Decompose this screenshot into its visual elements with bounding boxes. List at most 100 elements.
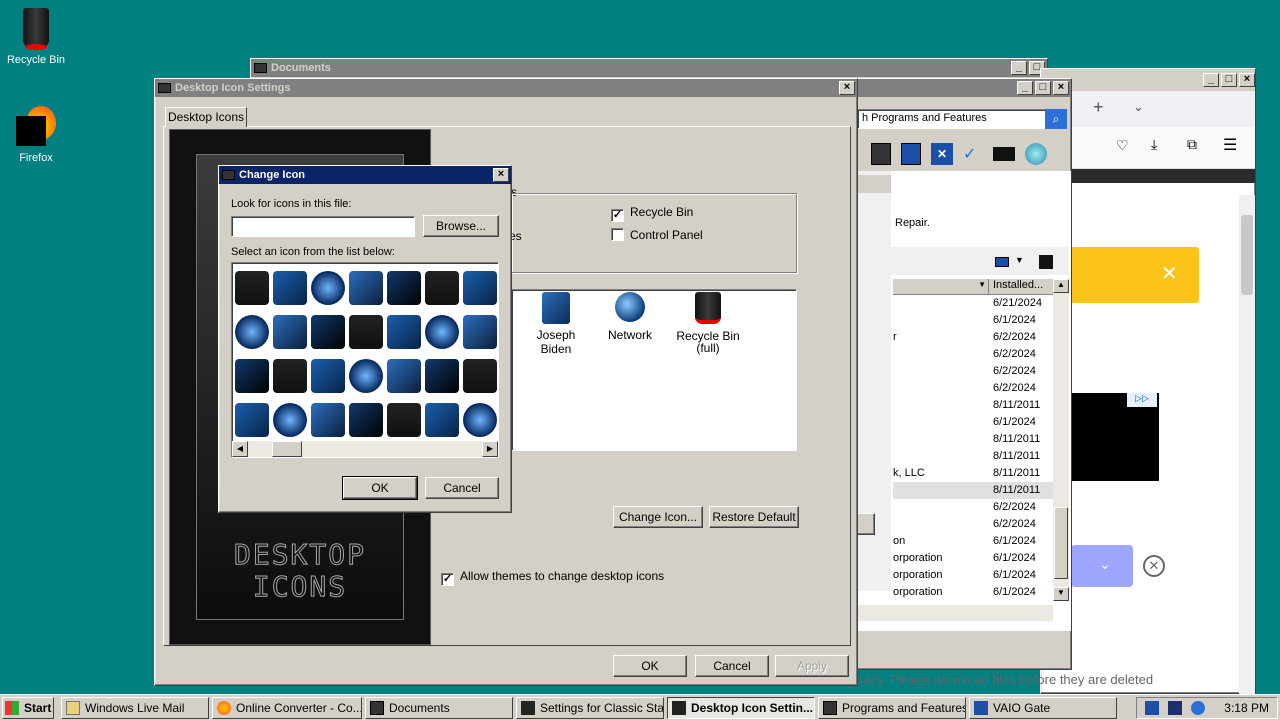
chevron-down-icon[interactable]: ▼ — [1015, 255, 1024, 265]
table-row[interactable]: r 6/2/2024 — [893, 329, 1053, 346]
icon-option[interactable] — [349, 271, 383, 305]
taskbar-item-documents[interactable]: Documents — [365, 696, 513, 719]
icon-option[interactable] — [463, 315, 497, 349]
apply-button[interactable]: Apply — [775, 655, 849, 677]
table-row[interactable]: 6/2/2024 — [893, 363, 1053, 380]
table-row[interactable]: 6/1/2024 — [893, 414, 1053, 431]
drive-icon[interactable] — [993, 147, 1015, 161]
minimize-button[interactable]: _ — [1017, 81, 1033, 95]
dropdown-button[interactable]: ⌄ — [1071, 545, 1133, 587]
display-tray-icon[interactable] — [1168, 700, 1183, 715]
checkmark-icon[interactable]: ✓ — [963, 144, 983, 164]
column-header-publisher[interactable]: ▼ — [893, 279, 989, 294]
icon-option[interactable] — [425, 403, 459, 437]
checkbox[interactable]: ✓ — [611, 209, 624, 222]
close-button[interactable]: × — [1239, 73, 1255, 87]
icon-option[interactable] — [425, 315, 459, 349]
desktop-icon-recycle-bin[interactable]: Recycle Bin — [0, 6, 72, 66]
icon-grid[interactable]: ◀ ▶ — [231, 262, 499, 458]
checkbox-allow-themes[interactable]: ✓ Allow themes to change desktop icons — [441, 569, 664, 586]
programs-button[interactable] — [857, 513, 875, 535]
icon-option[interactable] — [235, 359, 269, 393]
extensions-icon[interactable]: ⧉ — [1187, 136, 1197, 153]
table-row[interactable]: on 6/1/2024 — [893, 533, 1053, 550]
browser-scrollbar[interactable] — [1239, 195, 1255, 695]
taskbar-item-programs-features[interactable]: Programs and Features — [818, 696, 966, 719]
close-icon[interactable]: ✕ — [1161, 261, 1178, 286]
icon-option[interactable] — [235, 271, 269, 305]
browse-button[interactable]: Browse... — [423, 215, 499, 237]
checkbox-recycle-bin[interactable]: ✓ Recycle Bin — [611, 205, 693, 222]
taskbar-item-vaio-gate[interactable]: VAIO Gate — [969, 696, 1117, 719]
table-row[interactable]: 8/11/2011 — [893, 448, 1053, 465]
minimize-button[interactable]: _ — [1011, 61, 1027, 75]
scroll-thumb[interactable] — [272, 441, 302, 457]
icon-option[interactable] — [463, 403, 497, 437]
network-tray-icon[interactable] — [1145, 700, 1160, 715]
chevron-down-icon[interactable]: ⌄ — [1133, 99, 1144, 115]
icon-item-recycle-bin-full[interactable]: Recycle Bin (full) — [668, 292, 748, 354]
pocket-icon[interactable]: ♡ — [1116, 137, 1129, 154]
close-button[interactable]: × — [493, 168, 509, 182]
icon-option[interactable] — [349, 359, 383, 393]
taskbar-item-desktop-icon-settings[interactable]: Desktop Icon Settin... — [667, 696, 815, 719]
help-icon[interactable] — [1039, 255, 1053, 269]
new-tab-icon[interactable]: + — [1093, 97, 1104, 118]
change-icon-button[interactable]: Change Icon... — [613, 506, 703, 528]
speaker-tray-icon[interactable] — [1191, 700, 1206, 715]
icon-option[interactable] — [273, 359, 307, 393]
icon-option[interactable] — [387, 271, 421, 305]
table-row[interactable]: orporation 6/1/2024 — [893, 584, 1053, 601]
icon-item-network[interactable]: Network — [594, 292, 666, 342]
globe-icon[interactable] — [1025, 143, 1047, 165]
desktop-icon-firefox[interactable]: Firefox — [0, 104, 72, 164]
icon-option[interactable] — [311, 403, 345, 437]
table-row[interactable]: 6/1/2024 — [893, 312, 1053, 329]
taskbar-item-online-converter[interactable]: Online Converter - Co... — [212, 696, 362, 719]
icon-option[interactable] — [387, 359, 421, 393]
icon-option[interactable] — [425, 271, 459, 305]
icon-option[interactable] — [273, 271, 307, 305]
icon-option[interactable] — [311, 271, 345, 305]
taskbar-item-windows-live-mail[interactable]: Windows Live Mail — [61, 696, 209, 719]
checkbox[interactable] — [611, 228, 624, 241]
table-row[interactable]: orporation 6/1/2024 — [893, 567, 1053, 584]
table-row[interactable]: 8/11/2011 — [893, 482, 1053, 499]
close-button[interactable]: × — [839, 81, 855, 95]
table-row[interactable]: 8/11/2011 — [893, 397, 1053, 414]
restore-default-button[interactable]: Restore Default — [709, 506, 799, 528]
icon-option[interactable] — [425, 359, 459, 393]
table-row[interactable]: 6/2/2024 — [893, 380, 1053, 397]
checkbox-control-panel[interactable]: Control Panel — [611, 228, 703, 242]
search-icon[interactable]: ⌕ — [1045, 109, 1067, 129]
icon-item-joseph-biden[interactable]: Joseph Biden — [520, 292, 592, 356]
column-header-installed[interactable]: Installed... — [989, 279, 1053, 294]
close-button[interactable]: × — [1053, 81, 1069, 95]
icon-grid-hscroll[interactable]: ◀ ▶ — [232, 441, 498, 457]
table-row[interactable]: 6/2/2024 — [893, 499, 1053, 516]
icon-option[interactable] — [463, 271, 497, 305]
view-icon[interactable] — [995, 257, 1009, 267]
taskbar-item-settings-classic[interactable]: Settings for Classic Sta... — [516, 696, 664, 719]
start-button[interactable]: Start — [2, 696, 54, 719]
icon-option[interactable] — [235, 315, 269, 349]
icon-option[interactable] — [311, 359, 345, 393]
programs-vscroll[interactable]: ▲ ▼ — [1053, 279, 1069, 601]
table-row[interactable]: k, LLC 8/11/2011 — [893, 465, 1053, 482]
icon-option[interactable] — [273, 403, 307, 437]
cancel-button[interactable]: Cancel — [425, 477, 499, 499]
x-icon[interactable]: ✕ — [931, 143, 953, 165]
checkbox[interactable]: ✓ — [441, 573, 454, 586]
maximize-button[interactable]: □ — [1221, 73, 1237, 87]
notepad-icon[interactable] — [901, 143, 921, 165]
icon-option[interactable] — [235, 403, 269, 437]
table-row[interactable]: 8/11/2011 — [893, 431, 1053, 448]
scroll-right-icon[interactable]: ▶ — [482, 441, 498, 457]
icon-option[interactable] — [387, 315, 421, 349]
maximize-button[interactable]: □ — [1035, 81, 1051, 95]
table-row[interactable]: orporation 6/1/2024 — [893, 550, 1053, 567]
ok-button[interactable]: OK — [342, 476, 418, 500]
scroll-left-icon[interactable]: ◀ — [232, 441, 248, 457]
clock[interactable]: 3:18 PM — [1224, 701, 1269, 715]
icon-option[interactable] — [273, 315, 307, 349]
